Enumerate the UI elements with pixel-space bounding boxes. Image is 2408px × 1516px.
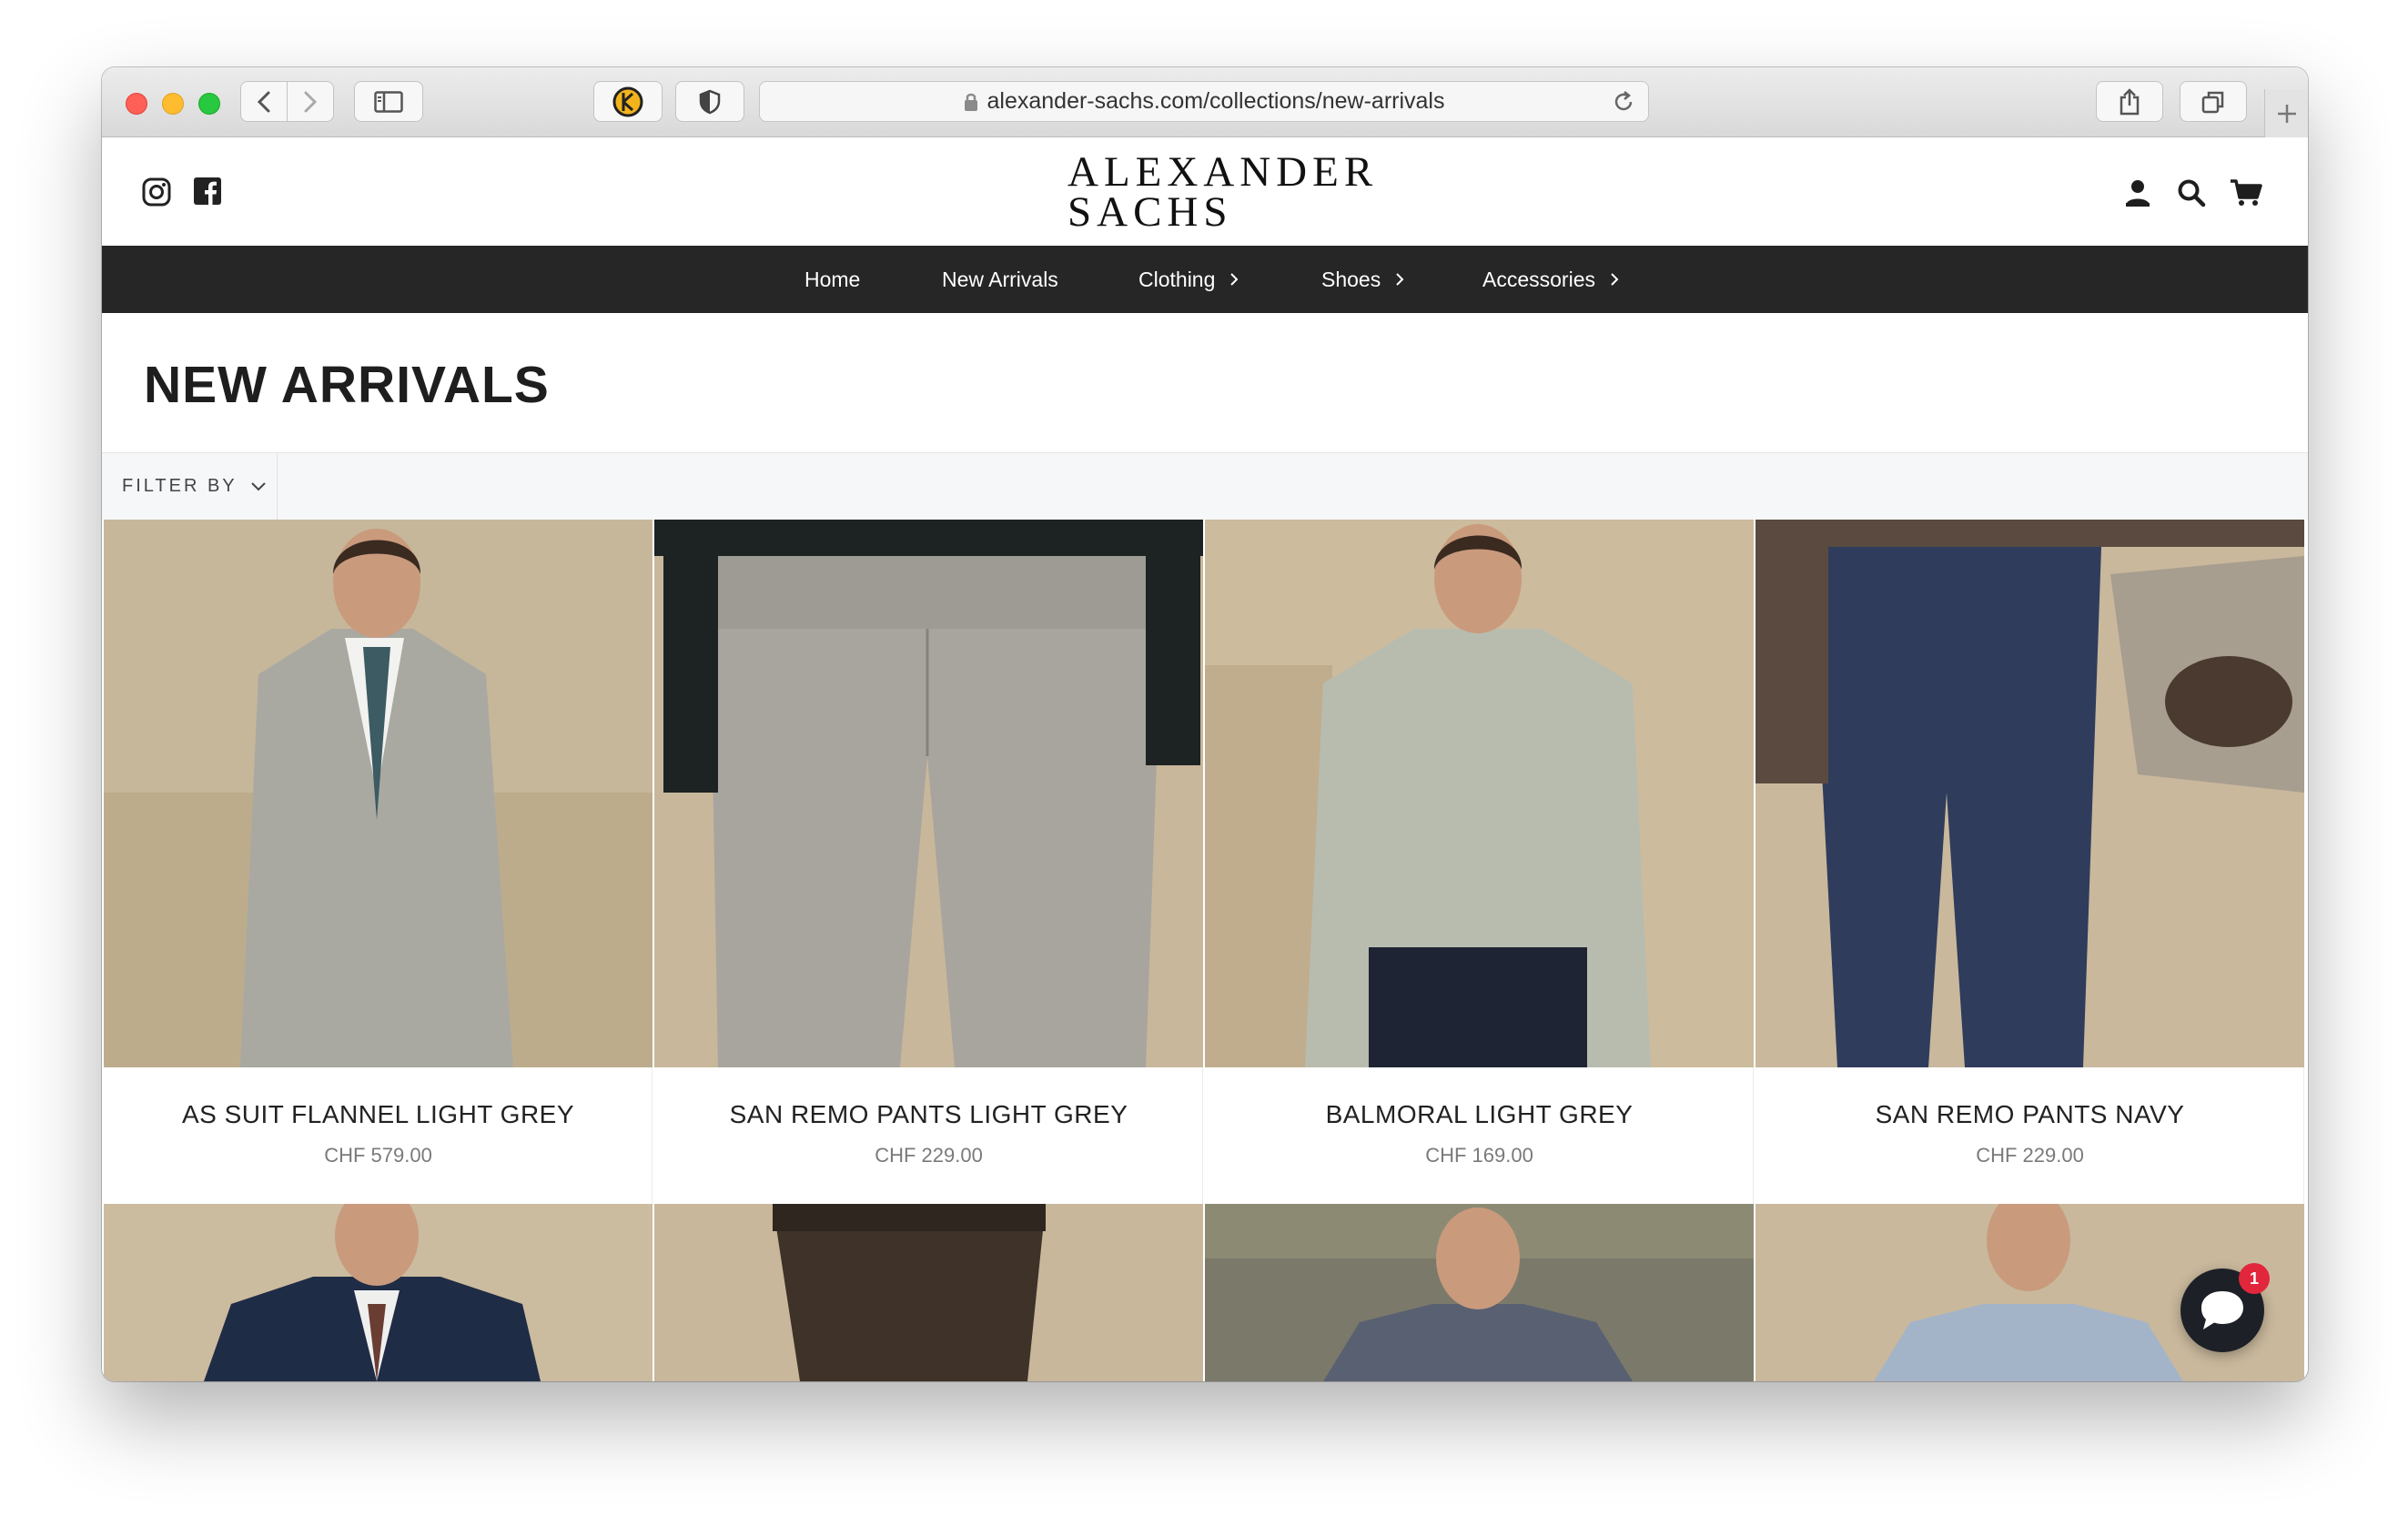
product-name[interactable]: AS SUIT FLANNEL LIGHT GREY: [104, 1100, 653, 1129]
share-button[interactable]: [2096, 81, 2163, 122]
main-nav: Home New Arrivals Clothing Shoes Accesso…: [102, 246, 2308, 313]
product-price: CHF 169.00: [1425, 1144, 1533, 1167]
chat-bubble-icon: [2201, 1291, 2243, 1329]
filter-label: FILTER BY: [122, 476, 238, 496]
product-name[interactable]: BALMORAL LIGHT GREY: [1205, 1100, 1754, 1129]
product-image[interactable]: [1755, 520, 2304, 1067]
product-name[interactable]: SAN REMO PANTS NAVY: [1755, 1100, 2304, 1129]
sidebar-toggle-button[interactable]: [354, 81, 423, 122]
site-header: ALEXANDER SACHS: [102, 137, 2308, 246]
chevron-right-icon: [304, 91, 318, 112]
minimize-window-button[interactable]: [162, 93, 184, 115]
product-info: [104, 1067, 653, 1204]
nav-item-label: Clothing: [1138, 267, 1216, 291]
shield-icon: [699, 89, 721, 114]
privacy-shield-button[interactable]: [675, 81, 744, 122]
plus-icon: [2277, 104, 2296, 123]
nav-item-shoes[interactable]: Shoes: [1321, 246, 1404, 313]
chat-notification-badge: 1: [2239, 1263, 2270, 1294]
address-bar[interactable]: alexander-sachs.com/collections/new-arri…: [759, 81, 1649, 122]
product-info: [1755, 1067, 2304, 1204]
new-tab-button[interactable]: [2264, 89, 2308, 137]
extension-logo-icon: [612, 86, 643, 116]
product-image[interactable]: [654, 1204, 1203, 1381]
nav-item-label: Accessories: [1482, 267, 1595, 291]
nav-item-home[interactable]: Home: [804, 246, 860, 313]
cart-icon[interactable]: [2230, 178, 2262, 207]
extension-button[interactable]: [593, 81, 663, 122]
product-image[interactable]: [104, 1204, 653, 1381]
account-icon[interactable]: [2124, 178, 2151, 207]
browser-window: alexander-sachs.com/collections/new-arri…: [102, 67, 2308, 1381]
product-info: [654, 1067, 1203, 1204]
nav-item-clothing[interactable]: Clothing: [1138, 246, 1239, 313]
product-info: [1205, 1067, 1754, 1204]
lock-icon: [964, 93, 977, 111]
browser-toolbar: alexander-sachs.com/collections/new-arri…: [102, 67, 2308, 137]
zoom-window-button[interactable]: [198, 93, 220, 115]
facebook-icon[interactable]: [194, 177, 221, 205]
product-image[interactable]: [654, 520, 1203, 1067]
page-title: NEW ARRIVALS: [144, 356, 550, 414]
close-window-button[interactable]: [126, 93, 147, 115]
product-price: CHF 229.00: [875, 1144, 983, 1167]
search-icon[interactable]: [2177, 178, 2206, 207]
nav-item-new-arrivals[interactable]: New Arrivals: [942, 246, 1058, 313]
product-image[interactable]: [1205, 520, 1754, 1067]
forward-button[interactable]: [287, 81, 334, 122]
chevron-down-icon: [250, 481, 266, 490]
address-url: alexander-sachs.com/collections/new-arri…: [986, 88, 1445, 114]
show-tabs-button[interactable]: [2180, 81, 2247, 122]
product-price: CHF 229.00: [1976, 1144, 2084, 1167]
logo-line-1: ALEXANDER: [1067, 148, 1379, 196]
sidebar-icon: [374, 90, 403, 113]
product-image[interactable]: [1205, 1204, 1754, 1381]
chevron-left-icon: [257, 91, 270, 112]
filter-bar: FILTER BY: [102, 452, 2308, 520]
brand-logo[interactable]: ALEXANDER SACHS: [1067, 148, 1379, 236]
product-price: CHF 579.00: [324, 1144, 432, 1167]
logo-line-2: SACHS: [1067, 188, 1233, 236]
product-name[interactable]: SAN REMO PANTS LIGHT GREY: [654, 1100, 1203, 1129]
nav-item-accessories[interactable]: Accessories: [1482, 246, 1619, 313]
chevron-right-icon: [1611, 273, 1619, 286]
product-image[interactable]: [104, 520, 653, 1067]
chevron-right-icon: [1230, 273, 1239, 286]
nav-item-label: Shoes: [1321, 267, 1381, 291]
reload-icon[interactable]: [1612, 90, 1635, 114]
back-button[interactable]: [240, 81, 288, 122]
nav-item-label: New Arrivals: [942, 267, 1058, 291]
nav-item-label: Home: [804, 267, 861, 291]
filter-by-button[interactable]: FILTER BY: [102, 453, 278, 520]
tabs-icon: [2201, 91, 2224, 113]
share-icon: [2120, 87, 2140, 115]
instagram-icon[interactable]: [142, 177, 171, 207]
chevron-right-icon: [1396, 273, 1404, 286]
